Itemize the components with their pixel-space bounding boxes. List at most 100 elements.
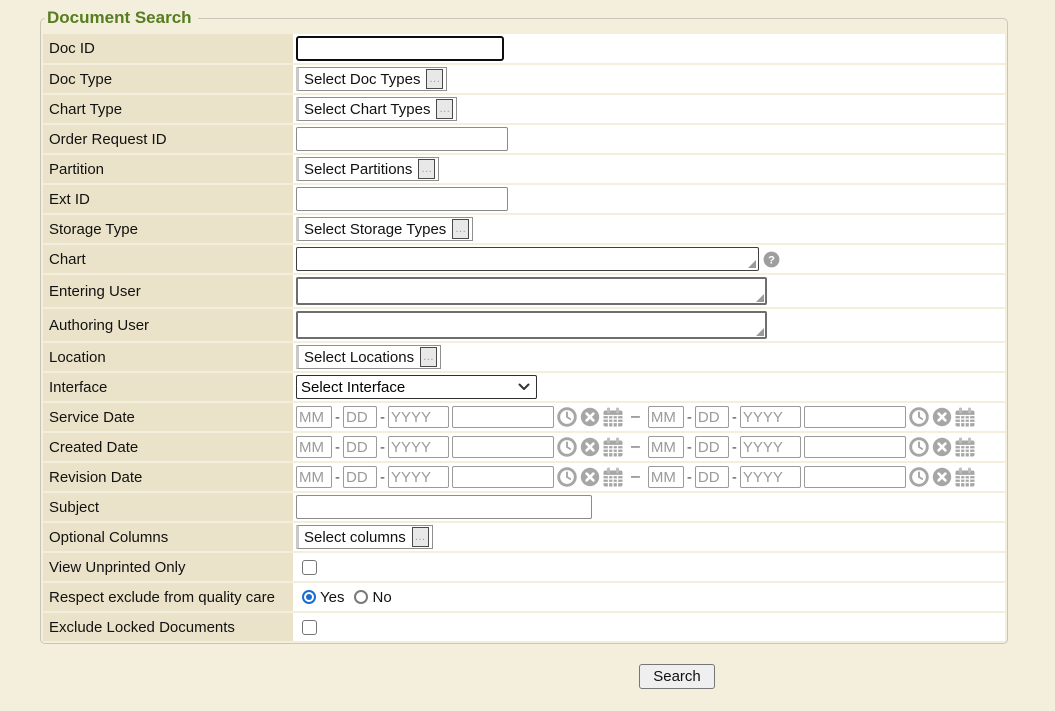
clear-icon[interactable] (580, 437, 600, 457)
revision-date-to-time-input[interactable] (804, 466, 906, 488)
created-date-from-year-input[interactable] (388, 436, 449, 458)
doc-type-picker: Select Doc Types ... (296, 67, 447, 91)
doc-id-input[interactable] (296, 36, 504, 61)
row-order-request-id: Order Request ID (43, 125, 1005, 153)
clock-icon[interactable] (909, 407, 929, 427)
clear-icon[interactable] (932, 407, 952, 427)
service-date-to-month-input[interactable] (648, 406, 684, 428)
subject-input[interactable] (296, 495, 592, 519)
service-date-from-year-input[interactable] (388, 406, 449, 428)
revision-date-from-month-input[interactable] (296, 466, 332, 488)
clock-icon[interactable] (909, 437, 929, 457)
service-date-from-month-input[interactable] (296, 406, 332, 428)
service-date-from-time-input[interactable] (452, 406, 554, 428)
row-chart-type: Chart Type Select Chart Types ... (43, 95, 1005, 123)
interface-cell: Select Interface (293, 373, 1005, 401)
view-unprinted-only-checkbox[interactable] (302, 560, 317, 575)
entering-user-label: Entering User (43, 275, 293, 307)
created-date-to-group: - - (648, 436, 975, 458)
location-browse-button[interactable]: ... (420, 347, 437, 367)
revision-date-to-year-input[interactable] (740, 466, 801, 488)
created-date-from-time-input[interactable] (452, 436, 554, 458)
created-date-to-month-input[interactable] (648, 436, 684, 458)
calendar-icon[interactable] (603, 437, 623, 457)
revision-date-to-day-input[interactable] (695, 466, 729, 488)
created-date-to-day-input[interactable] (695, 436, 729, 458)
clock-icon[interactable] (557, 407, 577, 427)
row-view-unprinted-only: View Unprinted Only (43, 553, 1005, 581)
respect-exclude-no-radio[interactable] (354, 590, 368, 604)
optional-columns-browse-button[interactable]: ... (412, 527, 429, 547)
service-date-to-time-input[interactable] (804, 406, 906, 428)
storage-type-label: Storage Type (43, 215, 293, 243)
row-location: Location Select Locations ... (43, 343, 1005, 371)
storage-type-browse-button[interactable]: ... (452, 219, 469, 239)
chart-type-picker: Select Chart Types ... (296, 97, 457, 121)
date-dash: - (380, 409, 385, 426)
calendar-icon[interactable] (955, 407, 975, 427)
calendar-icon[interactable] (603, 407, 623, 427)
row-revision-date: Revision Date - - – - (43, 463, 1005, 491)
clock-icon[interactable] (557, 467, 577, 487)
date-dash: - (335, 469, 340, 486)
respect-exclude-cell: Yes No (293, 583, 1005, 611)
calendar-icon[interactable] (955, 437, 975, 457)
location-cell: Select Locations ... (293, 343, 1005, 371)
chart-type-label: Chart Type (43, 95, 293, 123)
row-entering-user: Entering User (43, 275, 1005, 307)
clear-icon[interactable] (932, 437, 952, 457)
service-date-to-year-input[interactable] (740, 406, 801, 428)
ext-id-input[interactable] (296, 187, 508, 211)
calendar-icon[interactable] (955, 467, 975, 487)
doc-id-label: Doc ID (43, 34, 293, 63)
doc-type-label: Doc Type (43, 65, 293, 93)
date-dash: - (687, 409, 692, 426)
created-date-from-day-input[interactable] (343, 436, 377, 458)
calendar-icon[interactable] (603, 467, 623, 487)
service-date-to-day-input[interactable] (695, 406, 729, 428)
row-chart: Chart (43, 245, 1005, 273)
authoring-user-textarea[interactable] (296, 311, 767, 339)
partition-browse-button[interactable]: ... (418, 159, 435, 179)
search-button[interactable]: Search (639, 664, 715, 689)
service-date-from-day-input[interactable] (343, 406, 377, 428)
chart-type-browse-button[interactable]: ... (436, 99, 453, 119)
revision-date-from-day-input[interactable] (343, 466, 377, 488)
entering-user-textarea[interactable] (296, 277, 767, 305)
respect-exclude-yes-radio[interactable] (302, 590, 316, 604)
revision-date-to-month-input[interactable] (648, 466, 684, 488)
order-request-id-cell (293, 125, 1005, 153)
help-icon[interactable] (763, 251, 780, 268)
clock-icon[interactable] (557, 437, 577, 457)
row-doc-type: Doc Type Select Doc Types ... (43, 65, 1005, 93)
row-subject: Subject (43, 493, 1005, 521)
location-label: Location (43, 343, 293, 371)
clear-icon[interactable] (580, 407, 600, 427)
row-created-date: Created Date - - – - (43, 433, 1005, 461)
date-range-separator: – (631, 438, 640, 456)
clear-icon[interactable] (932, 467, 952, 487)
revision-date-from-time-input[interactable] (452, 466, 554, 488)
revision-date-from-year-input[interactable] (388, 466, 449, 488)
chart-type-cell: Select Chart Types ... (293, 95, 1005, 123)
partition-picker-text: Select Partitions (304, 161, 412, 178)
row-ext-id: Ext ID (43, 185, 1005, 213)
date-range-separator: – (631, 468, 640, 486)
footer: Search (299, 664, 1055, 689)
exclude-locked-checkbox[interactable] (302, 620, 317, 635)
entering-user-textarea-wrap (296, 277, 767, 305)
created-date-cell: - - – - - (293, 433, 1005, 461)
doc-type-browse-button[interactable]: ... (426, 69, 443, 89)
doc-id-cell (293, 34, 1005, 63)
ext-id-cell (293, 185, 1005, 213)
chart-textarea[interactable] (296, 247, 759, 271)
created-date-to-year-input[interactable] (740, 436, 801, 458)
storage-type-cell: Select Storage Types ... (293, 215, 1005, 243)
order-request-id-input[interactable] (296, 127, 508, 151)
created-date-to-time-input[interactable] (804, 436, 906, 458)
clock-icon[interactable] (909, 467, 929, 487)
respect-exclude-yes-label: Yes (320, 589, 344, 606)
interface-select[interactable]: Select Interface (296, 375, 537, 399)
created-date-from-month-input[interactable] (296, 436, 332, 458)
clear-icon[interactable] (580, 467, 600, 487)
